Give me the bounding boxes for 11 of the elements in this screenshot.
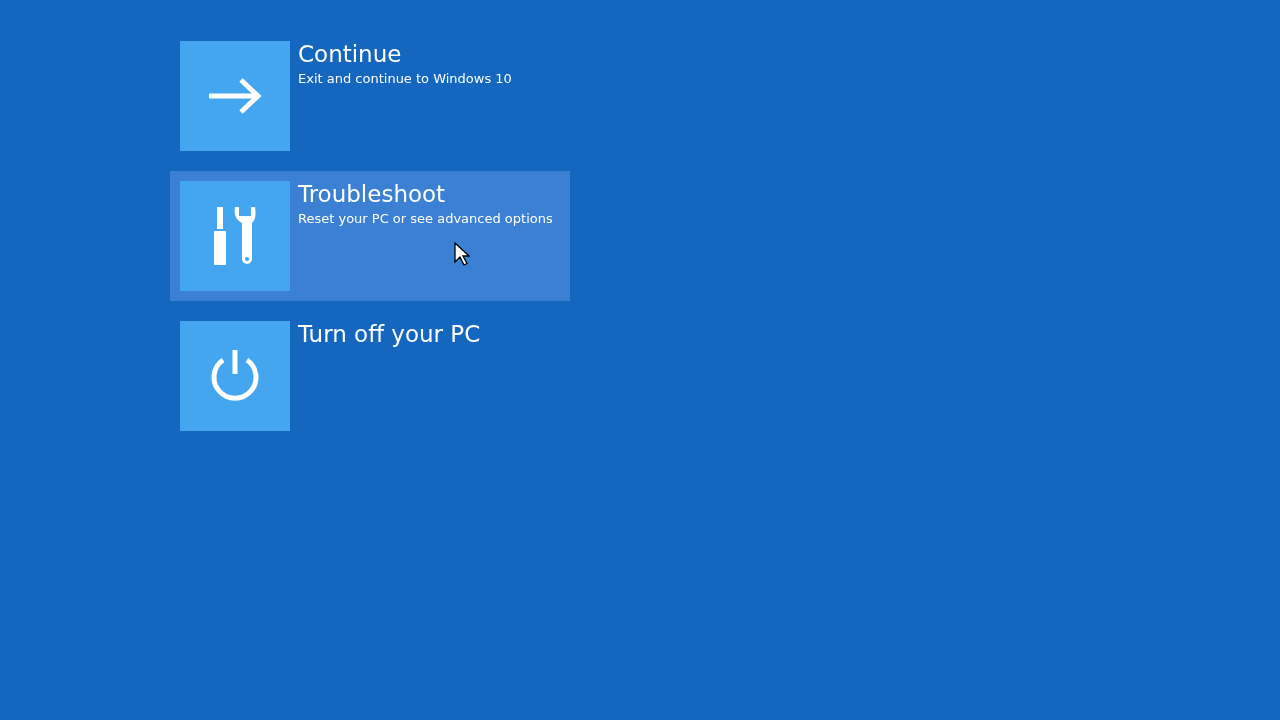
option-title: Troubleshoot — [298, 181, 446, 207]
power-icon — [209, 348, 261, 404]
option-tile[interactable]: Continue Exit and continue to Windows 10 — [170, 31, 570, 161]
option-description: Reset your PC or see advanced options — [298, 211, 553, 226]
option-title: Turn off your PC — [298, 321, 481, 347]
option-tile[interactable]: Troubleshoot Reset your PC or see advanced options — [170, 171, 570, 301]
mouse-cursor-icon — [454, 242, 470, 266]
option-title: Continue — [298, 41, 402, 67]
tools-icon — [213, 207, 257, 265]
option-tile[interactable]: Turn off your PC — [170, 311, 570, 441]
option-description: Exit and continue to Windows 10 — [298, 71, 512, 86]
